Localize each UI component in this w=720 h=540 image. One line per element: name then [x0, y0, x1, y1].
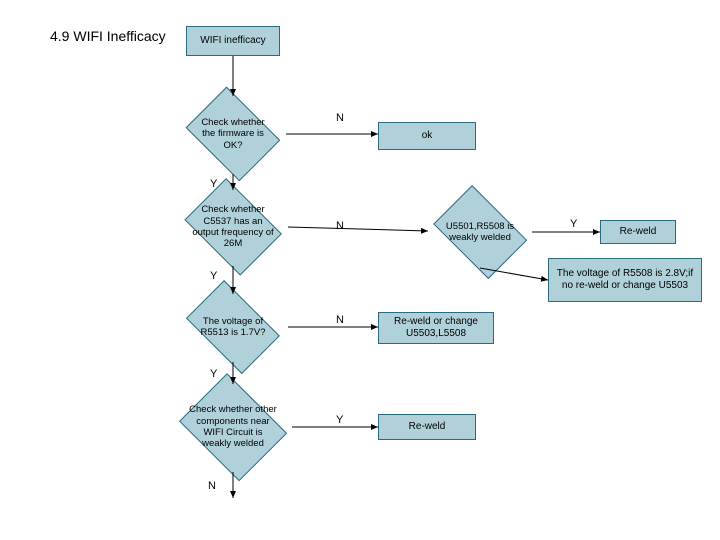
edge-d1-y: Y — [210, 178, 217, 190]
node-reweld-change: Re-weld or change U5503,L5508 — [378, 312, 494, 344]
node-ok-label: ok — [422, 130, 433, 143]
node-check-c5537-label: Check whether C5537 has an output freque… — [178, 186, 288, 268]
node-u5501-weak-label: U5501,R5508 is weakly welded — [426, 194, 534, 270]
page-title: 4.9 WIFI Inefficacy — [50, 28, 166, 44]
edge-d2-y: Y — [210, 270, 217, 282]
edge-d4-y: Y — [210, 368, 217, 380]
edge-d3-y: Y — [570, 218, 577, 230]
node-u5501-weak: U5501,R5508 is weakly welded — [426, 194, 534, 270]
node-reweld-top-label: Re-weld — [620, 226, 657, 239]
node-check-firmware-label: Check whether the firmware is OK? — [180, 94, 286, 174]
node-r5513-voltage: The voltage of R5513 is 1.7V? — [178, 290, 288, 364]
node-reweld-bottom: Re-weld — [378, 414, 476, 440]
node-other-components-label: Check whether other components near WIFI… — [174, 380, 292, 474]
node-r5508-voltage: The voltage of R5508 is 2.8V;if no re-we… — [548, 258, 702, 302]
edge-d4-n: N — [336, 314, 344, 326]
node-check-c5537: Check whether C5537 has an output freque… — [178, 186, 288, 268]
node-start-label: WIFI inefficacy — [200, 35, 265, 48]
node-start: WIFI inefficacy — [186, 26, 280, 56]
node-other-components: Check whether other components near WIFI… — [174, 380, 292, 474]
node-r5513-voltage-label: The voltage of R5513 is 1.7V? — [178, 290, 288, 364]
edge-d2-n: N — [336, 220, 344, 232]
edge-d1-n: N — [336, 112, 344, 124]
node-reweld-top: Re-weld — [600, 220, 676, 244]
node-reweld-change-label: Re-weld or change U5503,L5508 — [381, 316, 491, 341]
edge-d5-y: Y — [336, 414, 343, 426]
node-reweld-bottom-label: Re-weld — [409, 421, 446, 434]
edge-d5-n: N — [208, 480, 216, 492]
node-ok: ok — [378, 122, 476, 150]
node-check-firmware: Check whether the firmware is OK? — [180, 94, 286, 174]
node-r5508-voltage-label: The voltage of R5508 is 2.8V;if no re-we… — [551, 268, 699, 293]
